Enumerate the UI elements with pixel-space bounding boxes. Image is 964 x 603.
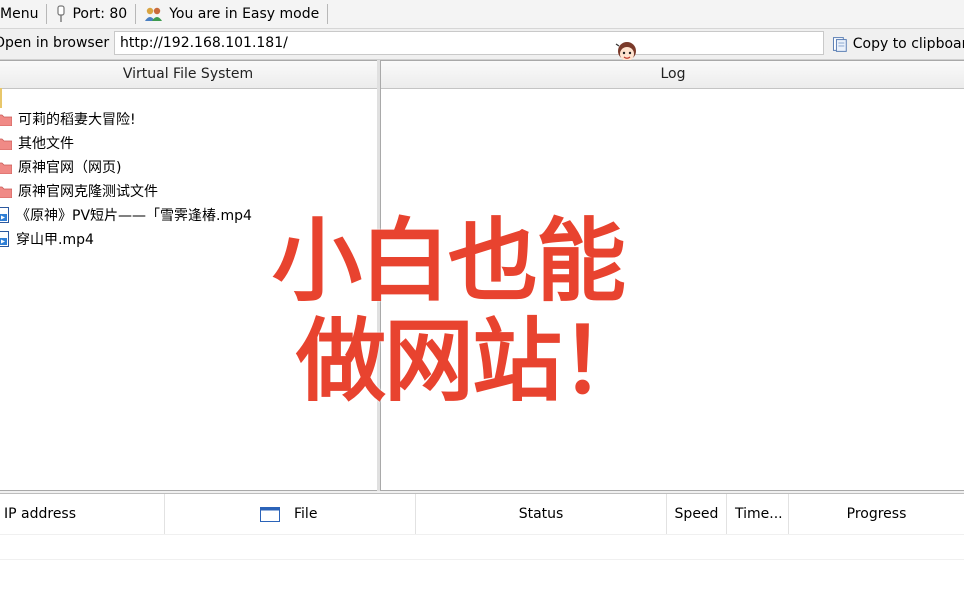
tree-root[interactable] [0, 88, 375, 108]
folder-icon [0, 186, 12, 198]
mode-label: You are in Easy mode [169, 6, 320, 22]
users-icon [145, 7, 163, 21]
column-header-file[interactable]: File [165, 494, 416, 534]
tree-item-label: 穿山甲.mp4 [16, 232, 94, 248]
video-file-icon [0, 207, 9, 223]
open-in-browser-link[interactable]: Open in browser [0, 35, 109, 51]
column-label: Status [518, 506, 564, 522]
column-header-speed[interactable]: Speed [667, 494, 727, 534]
tree-item-label: 可莉的稻妻大冒险! [18, 112, 136, 128]
tree-item-label: 原神官网克隆测试文件 [18, 184, 158, 200]
tree-item-label: 《原神》PV短片——「雪霁逢椿.mp4 [16, 208, 252, 224]
copy-label: Copy to clipboard [852, 35, 964, 52]
main-toolbar: Menu Port: 80 You are in Easy mode [0, 0, 964, 29]
url-bar: Open in browser Copy to clipboard [0, 29, 964, 60]
column-header-progress[interactable]: Progress [789, 494, 964, 534]
window-icon [260, 507, 280, 522]
connections-list[interactable]: IP address File Status Speed Time... Pro… [0, 493, 964, 603]
folder-icon [0, 162, 12, 174]
menu-button[interactable]: Menu [0, 0, 46, 28]
mode-button[interactable]: You are in Easy mode [136, 0, 327, 28]
tree-item[interactable]: 其他文件 [0, 131, 375, 155]
port-plug-icon [57, 5, 66, 22]
overlay-caption-line2: 做网站！ [296, 309, 650, 414]
column-label: IP address [4, 506, 77, 522]
copy-to-clipboard-button[interactable]: Copy to clipboard [826, 31, 964, 56]
port-button[interactable]: Port: 80 [47, 0, 135, 28]
video-file-icon [0, 231, 9, 247]
root-folder-icon [0, 88, 8, 108]
folder-icon [0, 114, 12, 126]
tree-item-label: 原神官网（网页) [18, 160, 122, 176]
column-label: Progress [846, 506, 907, 522]
clipboard-icon [832, 36, 847, 52]
column-label: Time... [735, 506, 783, 522]
toolbar-separator [327, 4, 329, 24]
port-label: Port: 80 [72, 6, 128, 22]
column-header-status[interactable]: Status [416, 494, 667, 534]
column-label: File [294, 506, 318, 522]
tree-item[interactable]: 原神官网克隆测试文件 [0, 179, 375, 203]
tree-item-label: 其他文件 [18, 136, 74, 152]
vfs-title: Virtual File System [0, 61, 377, 89]
log-title: Log [381, 61, 964, 89]
column-header-time[interactable]: Time... [727, 494, 789, 534]
url-field[interactable] [114, 31, 824, 55]
overlay-caption-line1: 小白也能 [272, 209, 626, 314]
column-label: Speed [674, 506, 719, 522]
table-row [0, 534, 964, 559]
tree-item[interactable]: 可莉的稻妻大冒险! [0, 107, 375, 131]
table-row [0, 559, 964, 584]
column-header-ip[interactable]: IP address [0, 494, 165, 534]
connections-header: IP address File Status Speed Time... Pro… [0, 494, 964, 534]
menu-label: Menu [0, 6, 39, 22]
folder-icon [0, 138, 12, 150]
tree-item[interactable]: 原神官网（网页) [0, 155, 375, 179]
